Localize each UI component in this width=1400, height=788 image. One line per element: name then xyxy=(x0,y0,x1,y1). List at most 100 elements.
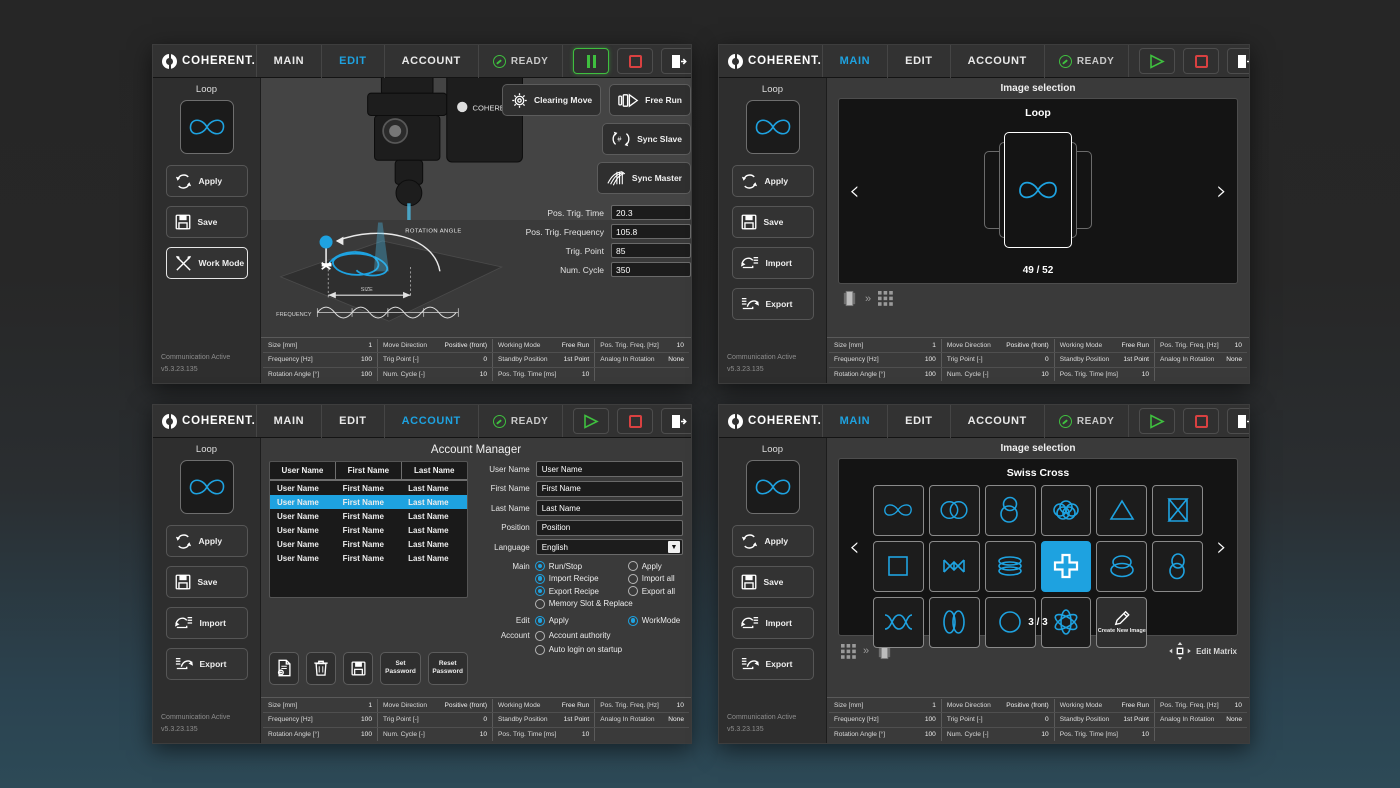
prev-page-button[interactable]: ‹ xyxy=(849,534,860,561)
sidebar-item-import[interactable]: Import xyxy=(166,607,248,639)
tab-edit[interactable]: EDIT xyxy=(322,45,384,78)
play-button[interactable] xyxy=(573,408,609,434)
tile-swiss-cross[interactable] xyxy=(1041,541,1092,592)
sidebar-item-save[interactable]: Save xyxy=(732,206,814,238)
save-user-button[interactable] xyxy=(343,652,373,685)
tab-account[interactable]: ACCOUNT xyxy=(951,405,1045,438)
table-row[interactable]: User Name First Name Last Name xyxy=(270,481,467,495)
tile-hourglass[interactable] xyxy=(1152,485,1203,536)
radio-export-recipe[interactable]: Export Recipe xyxy=(535,586,623,596)
sidebar-item-apply[interactable]: Apply xyxy=(732,165,814,197)
radio-import-all[interactable]: Import all xyxy=(628,574,675,584)
stop-button[interactable] xyxy=(617,408,653,434)
tile-loop[interactable] xyxy=(873,485,924,536)
sidebar-item-save[interactable]: Save xyxy=(166,206,248,238)
stop-button[interactable] xyxy=(1183,48,1219,74)
next-page-button[interactable]: › xyxy=(1216,534,1227,561)
exit-button[interactable] xyxy=(661,48,692,74)
pause-button[interactable] xyxy=(573,48,609,74)
current-image-thumb[interactable] xyxy=(180,100,234,154)
tab-main[interactable]: MAIN xyxy=(257,45,323,78)
sidebar-item-save[interactable]: Save xyxy=(732,566,814,598)
free-run-button[interactable]: Free Run xyxy=(609,84,691,116)
grid-view-icon[interactable] xyxy=(878,291,893,306)
grid-view-icon[interactable] xyxy=(841,644,856,659)
radio-import-recipe[interactable]: Import Recipe xyxy=(535,574,623,584)
field-input[interactable]: 105.8 xyxy=(611,224,691,239)
sidebar-item-apply[interactable]: Apply xyxy=(732,525,814,557)
language-select[interactable]: English ▼ xyxy=(536,539,683,555)
table-row[interactable]: User Name First Name Last Name xyxy=(270,537,467,551)
last-name-input[interactable]: Last Name xyxy=(536,500,683,516)
tab-edit[interactable]: EDIT xyxy=(322,405,384,438)
sidebar-item-import[interactable]: Import xyxy=(732,607,814,639)
exit-button[interactable] xyxy=(1227,48,1250,74)
tile-double-ellipse[interactable] xyxy=(1096,541,1147,592)
current-image-thumb[interactable] xyxy=(746,100,800,154)
current-image-thumb[interactable] xyxy=(180,460,234,514)
radio-edit-apply[interactable]: Apply xyxy=(535,616,623,626)
radio-memory-slot-replace[interactable]: Memory Slot & Replace xyxy=(535,599,633,609)
stop-button[interactable] xyxy=(617,48,653,74)
prev-image-button[interactable]: ‹ xyxy=(849,178,860,205)
delete-user-button[interactable] xyxy=(306,652,336,685)
tab-account[interactable]: ACCOUNT xyxy=(385,405,479,438)
tile-double-x[interactable] xyxy=(929,541,980,592)
user-name-input[interactable]: User Name xyxy=(536,461,683,477)
tile-double-circle[interactable] xyxy=(929,485,980,536)
carousel-view-icon[interactable] xyxy=(841,290,858,307)
sidebar-item-export[interactable]: Export xyxy=(732,648,814,680)
table-row[interactable]: User Name First Name Last Name xyxy=(270,509,467,523)
radio-export-all[interactable]: Export all xyxy=(628,586,675,596)
tile-triangle[interactable] xyxy=(1096,485,1147,536)
clearing-move-button[interactable]: Clearing Move xyxy=(502,84,601,116)
field-input[interactable]: 85 xyxy=(611,243,691,258)
set-password-button[interactable]: Set Password xyxy=(380,652,420,685)
radio-workmode[interactable]: WorkMode xyxy=(628,616,681,626)
table-row[interactable]: User Name First Name Last Name xyxy=(270,551,467,565)
current-image-thumb[interactable] xyxy=(746,460,800,514)
play-button[interactable] xyxy=(1139,408,1175,434)
radio-auto-login[interactable]: Auto login on startup xyxy=(535,645,622,655)
tile-ellipse-stack[interactable] xyxy=(985,541,1036,592)
sidebar-item-export[interactable]: Export xyxy=(166,648,248,680)
play-icon xyxy=(1149,414,1165,429)
status-label: Frequency [Hz] xyxy=(834,716,879,723)
new-user-button[interactable] xyxy=(269,652,299,685)
sidebar-item-apply[interactable]: Apply xyxy=(166,525,248,557)
tab-edit[interactable]: EDIT xyxy=(888,405,950,438)
tab-account[interactable]: ACCOUNT xyxy=(385,45,479,78)
exit-button[interactable] xyxy=(1227,408,1250,434)
tile-vertical-eight[interactable] xyxy=(1152,541,1203,592)
sync-slave-button[interactable]: # Sync Slave xyxy=(602,123,691,155)
sidebar-item-save[interactable]: Save xyxy=(166,566,248,598)
tile-cluster[interactable] xyxy=(1041,485,1092,536)
tab-main[interactable]: MAIN xyxy=(823,405,889,438)
tab-account[interactable]: ACCOUNT xyxy=(951,45,1045,78)
tile-square[interactable] xyxy=(873,541,924,592)
exit-button[interactable] xyxy=(661,408,692,434)
tab-edit[interactable]: EDIT xyxy=(888,45,950,78)
first-name-input[interactable]: First Name xyxy=(536,481,683,497)
field-input[interactable]: 350 xyxy=(611,262,691,277)
play-button[interactable] xyxy=(1139,48,1175,74)
stop-button[interactable] xyxy=(1183,408,1219,434)
radio-run-stop[interactable]: Run/Stop xyxy=(535,561,623,571)
sidebar-item-import[interactable]: Import xyxy=(732,247,814,279)
radio-apply-main[interactable]: Apply xyxy=(628,561,662,571)
radio-account-authority[interactable]: Account authority xyxy=(535,631,611,641)
tab-main[interactable]: MAIN xyxy=(257,405,323,438)
field-input[interactable]: 20.3 xyxy=(611,205,691,220)
carousel-card-active[interactable] xyxy=(1004,132,1072,248)
sidebar-item-export[interactable]: Export xyxy=(732,288,814,320)
next-image-button[interactable]: › xyxy=(1216,178,1227,205)
tab-main[interactable]: MAIN xyxy=(823,45,889,78)
table-row[interactable]: User Name First Name Last Name xyxy=(270,523,467,537)
tile-circle-stack[interactable] xyxy=(985,485,1036,536)
sync-master-button[interactable]: Sync Master xyxy=(597,162,691,194)
reset-password-button[interactable]: Reset Password xyxy=(428,652,468,685)
sidebar-item-work-mode[interactable]: Work Mode xyxy=(166,247,248,279)
table-row-selected[interactable]: User Name First Name Last Name xyxy=(270,495,467,509)
sidebar-item-apply[interactable]: Apply xyxy=(166,165,248,197)
position-input[interactable]: Position xyxy=(536,520,683,536)
